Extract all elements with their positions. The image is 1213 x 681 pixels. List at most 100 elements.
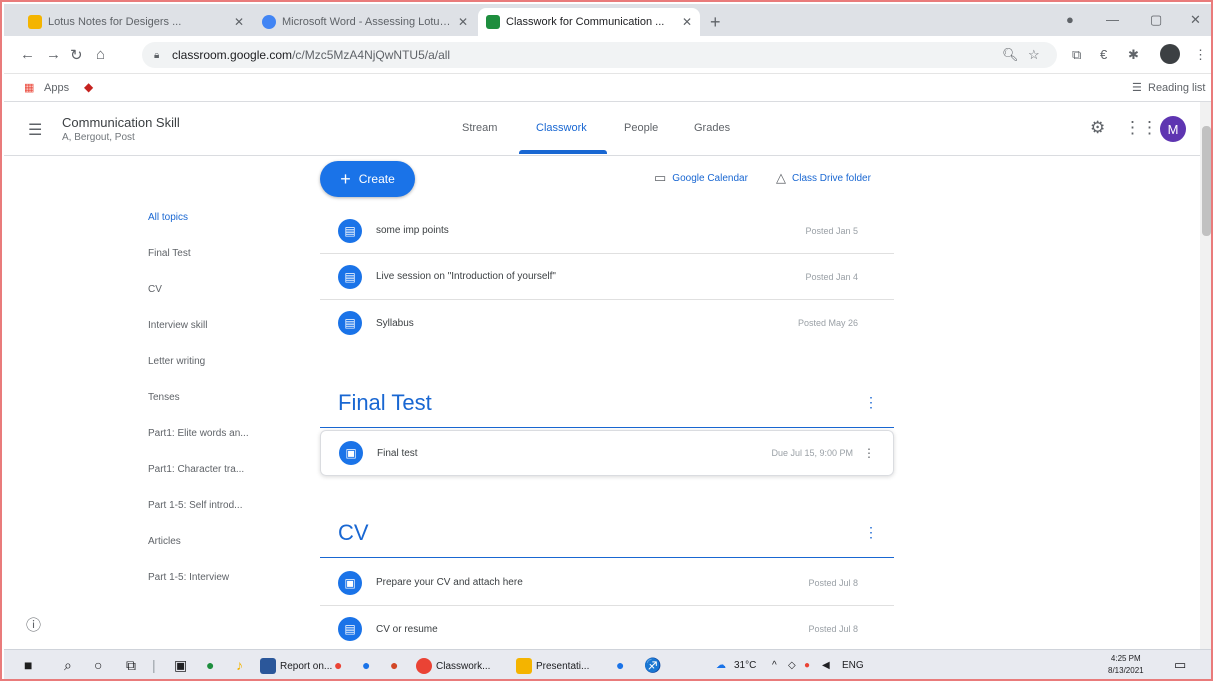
task-view-icon[interactable]: ⧉ (126, 657, 136, 674)
tab-grades[interactable]: Grades (694, 122, 730, 134)
url-path: /c/Mzc5MzA4NjQwNTU5/a/all (292, 48, 451, 62)
taskbar-app-presentation[interactable]: Presentati... (516, 655, 589, 677)
reading-list-label[interactable]: Reading list (1148, 82, 1205, 94)
close-tab-icon[interactable]: ✕ (234, 15, 244, 29)
tab-search-icon[interactable]: ● (1066, 12, 1074, 27)
apps-grid-icon[interactable]: ▦ (24, 81, 34, 94)
topic-nav-item[interactable]: Tenses (148, 392, 278, 428)
classwork-item[interactable]: ▤ Syllabus Posted May 26 (320, 300, 894, 346)
maximize-icon[interactable]: ▢ (1150, 12, 1162, 28)
extension-icon[interactable]: € (1100, 47, 1107, 62)
settings-gear-icon[interactable]: ⚙ (1090, 118, 1105, 138)
new-tab-button[interactable]: + (710, 12, 721, 33)
topic-nav-item[interactable]: Part1: Character tra... (148, 464, 278, 500)
topic-nav-all[interactable]: All topics (148, 212, 278, 248)
google-apps-icon[interactable]: ⋮⋮ (1124, 118, 1158, 138)
topic-nav-item[interactable]: Part 1-5: Self introd... (148, 500, 278, 536)
topic-options-icon[interactable]: ⋮ (864, 394, 878, 411)
google-calendar-link[interactable]: ▭ Google Calendar (654, 170, 748, 186)
topic-header-final-test: Final Test ⋮ (320, 380, 894, 428)
tab-favicon-icon (28, 15, 42, 29)
topic-nav-item[interactable]: Part 1-5: Interview (148, 572, 278, 608)
classwork-item[interactable]: ▤ some imp points Posted Jan 5 (320, 208, 894, 254)
assignment-item[interactable]: ▣ Prepare your CV and attach here Posted… (320, 560, 894, 606)
help-icon[interactable]: ⓘ (26, 614, 41, 635)
powerpoint-icon[interactable]: ● (390, 657, 398, 673)
browser-tab-classwork[interactable]: Classwork for Communication ... ✕ (478, 8, 700, 36)
store-icon[interactable]: ▣ (174, 657, 187, 674)
bookmark-apps[interactable]: Apps (44, 82, 69, 94)
back-icon[interactable]: ← (20, 46, 35, 63)
tab-classwork[interactable]: Classwork (536, 122, 587, 134)
browser-tab-lotus[interactable]: Lotus Notes for Desigers ... ✕ (20, 8, 252, 36)
folder-icon (516, 658, 532, 674)
item-title: Live session on "Introduction of yoursel… (376, 271, 556, 282)
topic-nav-item[interactable]: Final Test (148, 248, 278, 284)
extension-icon[interactable]: ⧉ (1072, 47, 1081, 63)
assignment-icon: ▤ (338, 617, 362, 641)
start-windows-icon[interactable]: ■ (24, 657, 32, 673)
notifications-icon[interactable]: ▭ (1174, 657, 1186, 673)
topic-title[interactable]: CV (338, 520, 369, 546)
taskbar-app-word[interactable]: Report on... (260, 655, 332, 677)
reload-icon[interactable]: ↻ (70, 46, 83, 64)
topic-nav-item[interactable]: Articles (148, 536, 278, 572)
class-drive-folder-link[interactable]: △ Class Drive folder (776, 170, 871, 186)
tab-stream[interactable]: Stream (462, 122, 497, 134)
topic-nav-item[interactable]: Letter writing (148, 356, 278, 392)
tray-app-icon[interactable]: ● (804, 660, 810, 671)
topic-options-icon[interactable]: ⋮ (864, 524, 878, 541)
zoom-app-icon[interactable]: ● (362, 657, 370, 673)
create-button[interactable]: + Create (320, 161, 415, 197)
browser-tab-word[interactable]: Microsoft Word - Assessing Lotus ... ✕ (254, 8, 476, 36)
home-icon[interactable]: ⌂ (96, 46, 105, 63)
weather-label[interactable]: 31°C (734, 660, 756, 671)
zoom-icon[interactable]: 🔍︎ (1002, 47, 1019, 63)
assignment-icon: ▣ (339, 441, 363, 465)
clock-time: 4:25 PM (1110, 654, 1141, 663)
topic-title[interactable]: Final Test (338, 390, 432, 416)
close-tab-icon[interactable]: ✕ (682, 15, 692, 29)
language-label[interactable]: ENG (842, 660, 864, 671)
assignment-item[interactable]: ▣ Final test Due Jul 15, 9:00 PM ⋮ (320, 430, 894, 476)
app-icon[interactable]: ♪ (236, 657, 243, 673)
system-clock[interactable]: 4:25 PM 8/13/2021 (1108, 653, 1144, 677)
profile-icon[interactable] (1160, 44, 1180, 64)
network-icon[interactable]: ◇ (788, 660, 796, 671)
item-options-icon[interactable]: ⋮ (863, 446, 875, 460)
avatar[interactable]: M (1160, 116, 1186, 142)
page-scrollbar[interactable] (1200, 102, 1211, 649)
app-icon[interactable]: ● (206, 657, 214, 673)
volume-icon[interactable]: ◀︎ (822, 660, 830, 671)
taskbar-app-classwork[interactable]: Classwork... (416, 655, 490, 677)
bookmark-star-icon[interactable]: ☆ (1028, 47, 1040, 63)
close-tab-icon[interactable]: ✕ (458, 15, 468, 29)
address-bar[interactable]: 🔒︎ classroom.google.com/c/Mzc5MzA4NjQwNT… (142, 42, 1057, 68)
forward-icon[interactable]: → (46, 46, 61, 63)
course-title-block[interactable]: Communication Skill A, Bergout, Post (62, 115, 180, 143)
item-date: Posted May 26 (797, 318, 858, 328)
chrome-icon[interactable]: ● (334, 657, 342, 673)
bookmark-favicon-icon[interactable]: ◆ (84, 80, 93, 94)
close-window-icon[interactable]: ✕ (1190, 12, 1201, 28)
main-menu-icon[interactable]: ☰ (28, 120, 42, 140)
cortana-icon[interactable]: ○ (94, 657, 102, 673)
puzzle-icon[interactable]: ✱ (1128, 47, 1139, 63)
scrollbar-thumb[interactable] (1202, 126, 1211, 236)
assignment-item[interactable]: ▤ CV or resume Posted Jul 8 (320, 606, 894, 652)
topic-nav-item[interactable]: Part1: Elite words an... (148, 428, 278, 464)
minimize-icon[interactable]: — (1106, 12, 1119, 27)
menu-kebab-icon[interactable]: ⋮ (1194, 47, 1207, 63)
app-icon[interactable]: ♐ (644, 657, 661, 674)
help-app-icon[interactable]: ● (616, 657, 624, 673)
topic-nav-item[interactable]: Interview skill (148, 320, 278, 356)
reading-list-icon[interactable]: ☰ (1132, 81, 1142, 94)
topic-nav-item[interactable]: CV (148, 284, 278, 320)
tray-chevron-icon[interactable]: ^ (772, 660, 777, 671)
item-title: Prepare your CV and attach here (376, 577, 523, 588)
weather-icon[interactable]: ☁ (716, 660, 726, 671)
tab-people[interactable]: People (624, 122, 658, 134)
search-icon[interactable]: ⌕ (64, 657, 72, 674)
taskbar-app-label: Classwork... (436, 660, 491, 672)
classwork-item[interactable]: ▤ Live session on "Introduction of yours… (320, 254, 894, 300)
